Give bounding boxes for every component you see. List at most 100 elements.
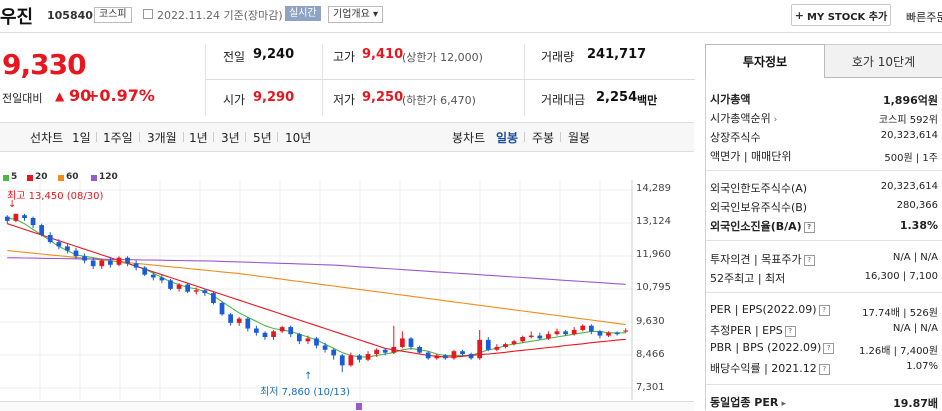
pbr-bps-label: PBR | BPS (2022.09)?: [710, 341, 835, 354]
candle-body: [236, 318, 242, 323]
candle-body: [400, 338, 405, 347]
candle-body: [477, 339, 483, 359]
candle-daily[interactable]: 일봉: [496, 129, 518, 146]
dividend-label: 배당수익률 | 2021.12?: [710, 360, 830, 376]
candle-weekly[interactable]: 주봉: [532, 129, 554, 146]
high-annotation: 최고 13,450 (08/30): [7, 191, 104, 202]
lower-limit: (하한가 6,470): [402, 94, 476, 107]
candle-body: [322, 345, 328, 350]
help-icon[interactable]: ?: [803, 222, 815, 233]
opinion-label: 투자의견 | 목표주가?: [710, 251, 815, 267]
candle-body: [425, 352, 431, 359]
pbr-bps-text: PBR | BPS (2022.09): [710, 341, 822, 354]
candle-body: [623, 330, 629, 332]
candle-body: [606, 332, 611, 336]
volume-value: 241,717: [587, 47, 647, 62]
period-3m[interactable]: 3개월: [147, 129, 177, 146]
candle-body: [305, 338, 311, 342]
candle-body: [485, 339, 491, 350]
est-per-label: 추정PER | EPS?: [710, 322, 796, 338]
market-cap-rank-text: 시가총액순위: [710, 112, 771, 125]
candle-body: [133, 263, 139, 268]
candle-body: [185, 284, 191, 292]
candle-body: [176, 284, 182, 289]
realtime-button[interactable]: 실시간: [285, 6, 321, 21]
period-separator: [213, 132, 214, 142]
market-cap-rank-label[interactable]: 시가총액순위 ›: [710, 110, 777, 126]
down-arrow-icon: ↓: [8, 199, 17, 210]
period-1y[interactable]: 1년: [189, 129, 208, 146]
candle-body: [262, 332, 268, 338]
est-per-value: N/A | N/A: [892, 323, 938, 334]
y-tick-label: 13,124: [636, 216, 671, 227]
week52-value: 16,300 | 7,100: [864, 271, 938, 282]
foreign-ratio-value: 1.38%: [899, 219, 938, 232]
candle-body: [442, 355, 448, 359]
candle-body: [614, 332, 620, 335]
candle-body: [339, 355, 345, 366]
line-chart-label: 선차트: [30, 131, 64, 145]
change-label: 전일대비: [2, 92, 43, 105]
candle-body: [116, 257, 122, 265]
open-label: 시가: [223, 93, 246, 107]
foreign-ratio-text: 외국인소진율(B/A): [710, 220, 802, 233]
candle-body: [511, 341, 517, 345]
candle-body: [348, 355, 354, 366]
industry-per-value: 19.87배: [893, 397, 938, 410]
tab-orderbook[interactable]: 호가 10단계: [825, 44, 942, 78]
dividend-text: 배당수익률 | 2021.12: [710, 362, 817, 375]
candle-body: [554, 331, 560, 335]
market-badge: 코스피: [94, 7, 132, 23]
foreign-holding-value: 280,366: [896, 200, 938, 211]
high-value: 9,410: [362, 47, 404, 62]
candle-body: [142, 267, 148, 275]
candle-body: [503, 344, 508, 347]
week52-label: 52주최고 | 최저: [710, 272, 786, 285]
quote-divider: [205, 44, 206, 116]
candle-body: [597, 331, 603, 336]
period-separator: [183, 132, 184, 142]
market-cap-value: 1,896억원: [882, 94, 938, 107]
tab-invest-info[interactable]: 투자정보: [705, 44, 825, 78]
section-divider: [706, 240, 942, 241]
par-value-label: 액면가 | 매매단위: [710, 150, 792, 163]
scroll-thumb[interactable]: [356, 403, 362, 410]
candle-body: [108, 260, 113, 265]
candle-body: [193, 290, 199, 292]
period-10y[interactable]: 10년: [285, 129, 311, 146]
quick-order-button[interactable]: 빠른주문: [906, 9, 942, 25]
prev-close-label: 전일: [223, 50, 246, 64]
candle-body: [4, 216, 10, 221]
company-info-button[interactable]: 기업개요 ▾: [328, 6, 384, 23]
pbr-bps-value: 1.26배 | 7,400원: [858, 346, 938, 357]
low-annotation: 최저 7,860 (10/13): [260, 387, 351, 398]
add-mystock-label: MY STOCK 추가: [807, 11, 888, 23]
candle-body: [520, 337, 525, 342]
price-change-percent: +0.97%: [86, 86, 155, 105]
calendar-icon: [143, 9, 153, 19]
candle-monthly[interactable]: 월봉: [568, 129, 590, 146]
help-icon[interactable]: ?: [784, 326, 796, 337]
period-1w[interactable]: 1주일: [103, 129, 133, 146]
period-3y[interactable]: 3년: [221, 129, 240, 146]
candle-body: [56, 242, 62, 247]
help-icon[interactable]: ?: [803, 255, 815, 266]
period-separator: [277, 132, 278, 142]
current-price: 9,330: [2, 48, 87, 81]
quote-divider: [322, 44, 323, 116]
upper-limit: (상한가 12,000): [402, 51, 483, 64]
candle-body: [90, 260, 96, 267]
candle-body: [331, 349, 337, 356]
candle-chart-label: 봉차트: [452, 131, 486, 145]
market-cap-label: 시가총액: [710, 93, 751, 106]
candle-body: [296, 334, 302, 342]
y-tick-label: 10,795: [636, 282, 671, 293]
add-mystock-button[interactable]: + MY STOCK 추가: [791, 4, 891, 26]
candle-body: [314, 338, 319, 346]
candle-body: [288, 327, 294, 335]
period-1d[interactable]: 1일: [72, 129, 91, 146]
section-divider: [706, 292, 942, 293]
period-5y[interactable]: 5년: [253, 129, 272, 146]
candle-body: [254, 328, 259, 333]
candle-body: [47, 235, 53, 243]
